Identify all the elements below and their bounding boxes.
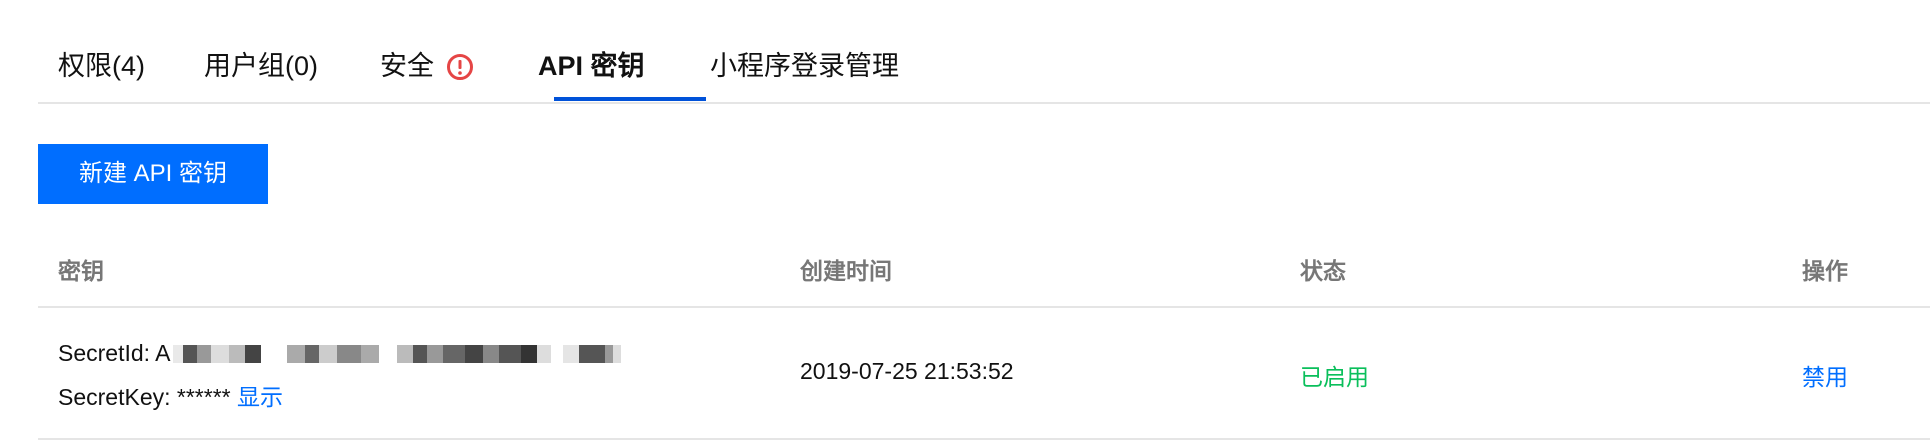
show-secret-key-link[interactable]: 显示 — [237, 384, 283, 410]
tab-api-keys-label: API 密钥 — [538, 51, 645, 81]
api-keys-page: 权限(4) 用户组(0) 安全 API 密钥 小程序登录管理 新建 API 密钥 — [0, 0, 1930, 444]
secret-key-cell: SecretKey: ****** 显示 — [58, 378, 283, 412]
column-header-status: 状态 — [1300, 258, 1346, 284]
warning-icon — [446, 52, 474, 80]
tab-permissions[interactable]: 权限(4) — [58, 46, 145, 86]
redacted-secret-id — [172, 344, 621, 363]
tab-permissions-label: 权限(4) — [58, 51, 145, 81]
column-header-key: 密钥 — [58, 258, 104, 284]
created-time-cell: 2019-07-25 21:53:52 — [800, 358, 1014, 384]
tab-user-groups-label: 用户组(0) — [204, 51, 318, 81]
column-header-operation: 操作 — [1802, 258, 1848, 284]
tab-security[interactable]: 安全 — [380, 46, 474, 86]
tab-user-groups[interactable]: 用户组(0) — [204, 46, 318, 86]
tab-security-label: 安全 — [380, 51, 434, 81]
secret-id-cell: SecretId: A — [58, 340, 621, 367]
api-keys-table: 密钥 创建时间 状态 操作 SecretId: A SecretKey: ***… — [38, 234, 1930, 440]
column-header-created: 创建时间 — [800, 258, 892, 284]
active-tab-indicator — [554, 97, 706, 101]
disable-key-link[interactable]: 禁用 — [1802, 358, 1848, 392]
new-api-key-button[interactable]: 新建 API 密钥 — [38, 144, 268, 204]
tab-miniprogram-login-label: 小程序登录管理 — [710, 51, 899, 81]
secret-key-text: SecretKey: ****** — [58, 384, 231, 410]
tab-api-keys[interactable]: API 密钥 — [538, 46, 645, 86]
table-header: 密钥 创建时间 状态 操作 — [38, 234, 1930, 308]
secret-id-text: SecretId: A — [58, 340, 171, 366]
status-badge: 已启用 — [1300, 364, 1369, 390]
table-row: SecretId: A SecretKey: ****** 显示 2019-07… — [38, 308, 1930, 440]
tab-miniprogram-login[interactable]: 小程序登录管理 — [710, 46, 899, 86]
tab-bar: 权限(4) 用户组(0) 安全 API 密钥 小程序登录管理 — [38, 0, 1930, 104]
